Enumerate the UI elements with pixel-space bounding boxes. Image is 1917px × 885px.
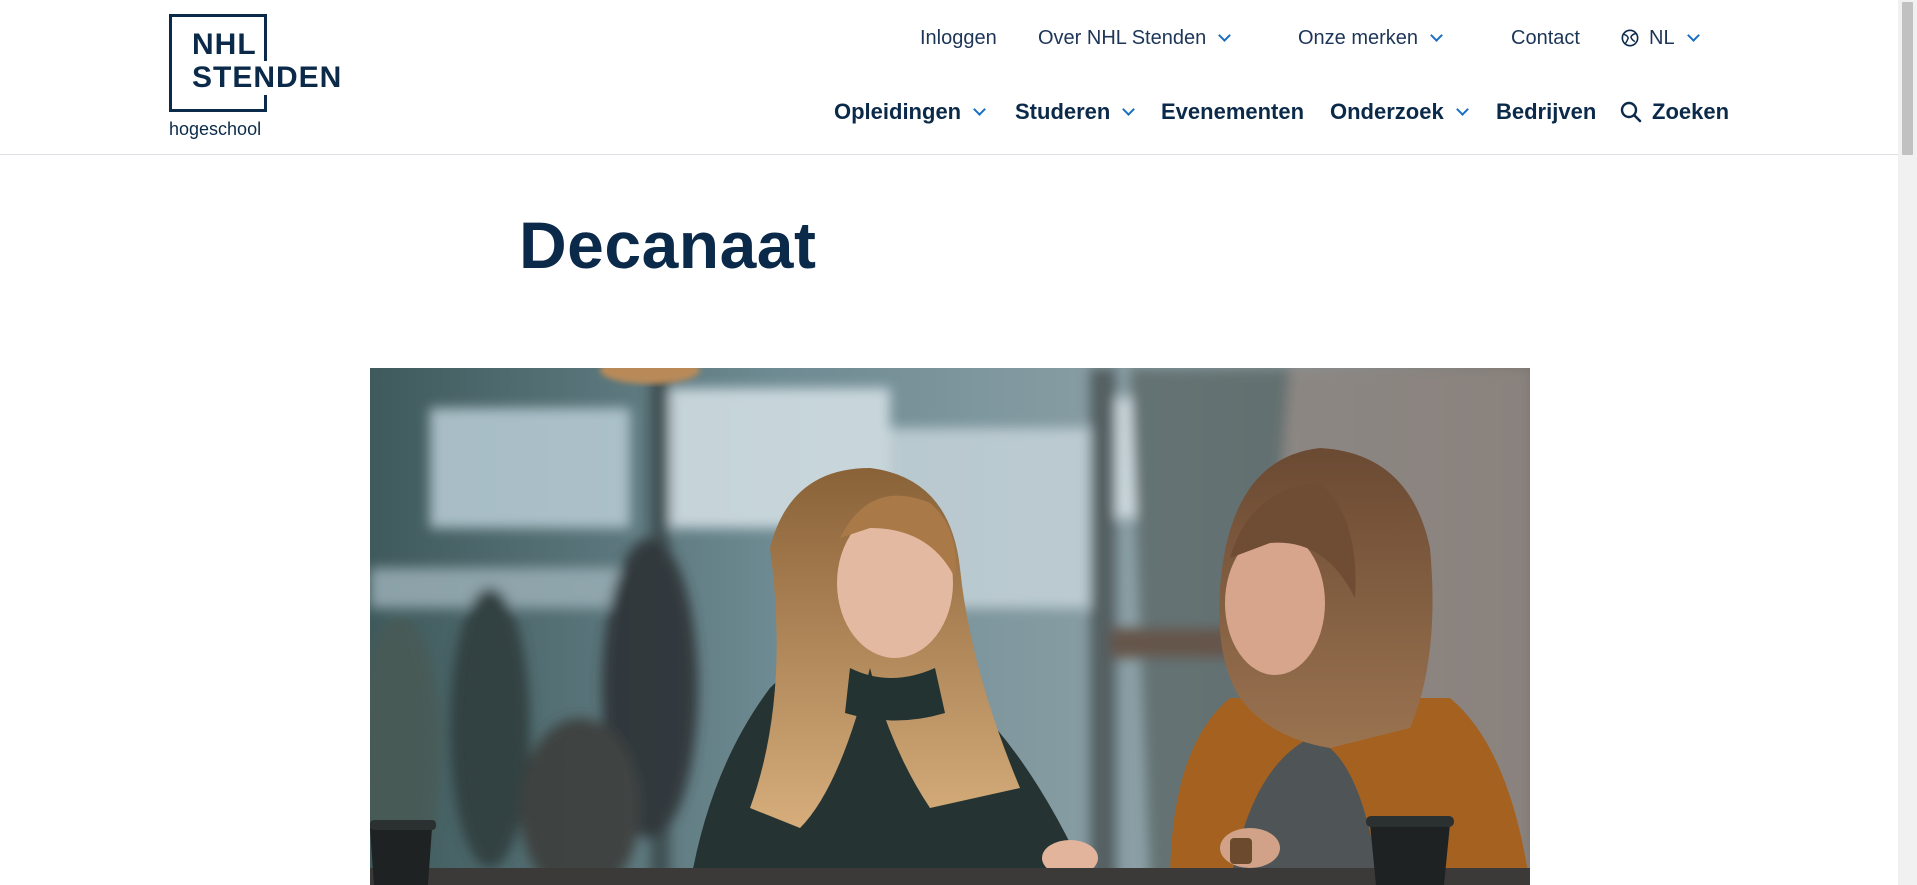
nav-research-label: Onderzoek [1330, 99, 1444, 124]
nav-studying[interactable]: Studeren [1015, 99, 1136, 125]
nav-programs-label: Opleidingen [834, 99, 962, 124]
about-label: Over NHL Stenden [1038, 26, 1207, 49]
language-selector[interactable]: NL [1621, 26, 1700, 50]
search-label: Zoeken [1652, 99, 1730, 124]
chevron-down-icon [1430, 29, 1443, 42]
language-label: NL [1649, 26, 1675, 49]
site-header: NHL STENDEN hogeschool Inloggen Over NHL… [0, 0, 1898, 155]
logo-subtitle: hogeschool [169, 119, 262, 139]
logo-text-line1: NHL [192, 28, 257, 61]
chevron-down-icon [1218, 29, 1232, 42]
nav-companies[interactable]: Bedrijven [1496, 99, 1596, 125]
chevron-down-icon [1455, 103, 1469, 116]
brands-label: Onze merken [1298, 26, 1419, 49]
logo-text-line2: STENDEN [192, 61, 345, 95]
nav-events[interactable]: Evenementen [1161, 99, 1304, 125]
logo[interactable]: NHL STENDEN hogeschool [169, 14, 345, 142]
brands-dropdown[interactable]: Onze merken [1298, 26, 1443, 50]
globe-icon [1621, 29, 1639, 47]
page-scrollbar[interactable] [1898, 0, 1917, 885]
login-link[interactable]: Inloggen [920, 27, 997, 50]
scrollbar-thumb[interactable] [1902, 2, 1913, 155]
chevron-down-icon [1122, 103, 1136, 116]
hero-photo-students [370, 368, 1530, 885]
nav-programs[interactable]: Opleidingen [834, 99, 986, 125]
contact-link[interactable]: Contact [1511, 27, 1580, 50]
search-icon [1620, 101, 1642, 123]
nav-studying-label: Studeren [1015, 99, 1111, 124]
chevron-down-icon [1686, 29, 1700, 42]
search-button[interactable]: Zoeken [1620, 99, 1729, 125]
chevron-down-icon [973, 103, 986, 116]
nav-research[interactable]: Onderzoek [1330, 99, 1469, 125]
page-title: Decanaat [519, 208, 817, 282]
about-dropdown[interactable]: Over NHL Stenden [1038, 26, 1232, 50]
hero-image [370, 368, 1530, 885]
